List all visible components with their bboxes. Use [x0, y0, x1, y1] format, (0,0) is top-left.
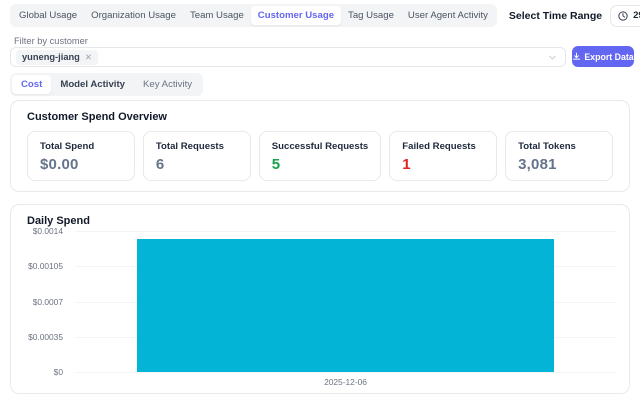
y-axis-labels: $0.0014$0.00105$0.0007$0.00035$0: [11, 231, 69, 372]
customer-spend-overview-card: Customer Spend Overview Total Spend $0.0…: [10, 100, 630, 192]
stat-value: 3,081: [518, 156, 600, 173]
filter-by-customer-label: Filter by customer: [14, 36, 88, 46]
tab-tag-usage[interactable]: Tag Usage: [341, 6, 401, 25]
time-range-select[interactable]: 29 Nov, 13:21 - 6 Dec, 13:21: [610, 5, 640, 27]
stat-label: Total Requests: [156, 141, 238, 152]
y-tick-label: $0: [54, 367, 63, 377]
tab-team-usage[interactable]: Team Usage: [183, 6, 251, 25]
stat-successful-requests: Successful Requests 5: [259, 131, 382, 181]
overview-card-title: Customer Spend Overview: [27, 111, 167, 123]
stat-total-spend: Total Spend $0.00: [27, 131, 135, 181]
stat-value: $0.00: [40, 156, 122, 173]
usage-tab-bar: Global Usage Organization Usage Team Usa…: [10, 4, 497, 27]
export-data-button[interactable]: Export Data: [572, 46, 634, 67]
stat-value: 6: [156, 156, 238, 173]
tag-remove-icon[interactable]: ✕: [85, 52, 92, 63]
time-range-value: 29 Nov, 13:21 - 6 Dec, 13:21: [633, 10, 640, 21]
time-range-label: Select Time Range: [509, 10, 602, 22]
y-tick-label: $0.0007: [33, 297, 63, 307]
stat-value: 1: [402, 156, 484, 173]
view-tab-bar: Cost Model Activity Key Activity: [10, 73, 203, 96]
stat-label: Total Tokens: [518, 141, 600, 152]
customer-tag: yuneng-jiang ✕: [16, 50, 98, 65]
gridline: [75, 231, 616, 232]
tab-customer-usage[interactable]: Customer Usage: [251, 6, 341, 25]
x-tick-label: 2025-12-06: [324, 377, 367, 387]
tab-global-usage[interactable]: Global Usage: [12, 6, 84, 25]
customer-usage-dashboard: Global Usage Organization Usage Team Usa…: [0, 0, 640, 402]
download-icon: [572, 52, 581, 61]
y-tick-label: $0.00035: [28, 332, 63, 342]
clock-icon: [618, 11, 628, 21]
tab-cost[interactable]: Cost: [12, 75, 51, 94]
customer-filter-input[interactable]: yuneng-jiang ✕: [10, 47, 566, 67]
tab-organization-usage[interactable]: Organization Usage: [84, 6, 183, 25]
daily-spend-card: Daily Spend $0.0014$0.00105$0.0007$0.000…: [10, 204, 630, 394]
stat-total-tokens: Total Tokens 3,081: [505, 131, 613, 181]
chevron-down-icon[interactable]: [548, 53, 557, 62]
stat-failed-requests: Failed Requests 1: [389, 131, 497, 181]
stat-total-requests: Total Requests 6: [143, 131, 251, 181]
tab-user-agent-activity[interactable]: User Agent Activity: [401, 6, 495, 25]
export-data-label: Export Data: [584, 52, 633, 62]
stat-value: 5: [272, 156, 369, 173]
bar-2025-12-06[interactable]: [137, 239, 555, 372]
stat-label: Successful Requests: [272, 141, 369, 152]
stat-label: Failed Requests: [402, 141, 484, 152]
stats-row: Total Spend $0.00 Total Requests 6 Succe…: [27, 131, 613, 181]
customer-tag-label: yuneng-jiang: [22, 52, 80, 62]
stat-label: Total Spend: [40, 141, 122, 152]
tab-key-activity[interactable]: Key Activity: [134, 75, 201, 94]
top-bar: Global Usage Organization Usage Team Usa…: [10, 4, 632, 27]
y-tick-label: $0.00105: [28, 261, 63, 271]
gridline: [75, 372, 616, 373]
y-tick-label: $0.0014: [33, 226, 63, 236]
tab-model-activity[interactable]: Model Activity: [51, 75, 134, 94]
plot-area: 2025-12-06: [75, 231, 616, 372]
